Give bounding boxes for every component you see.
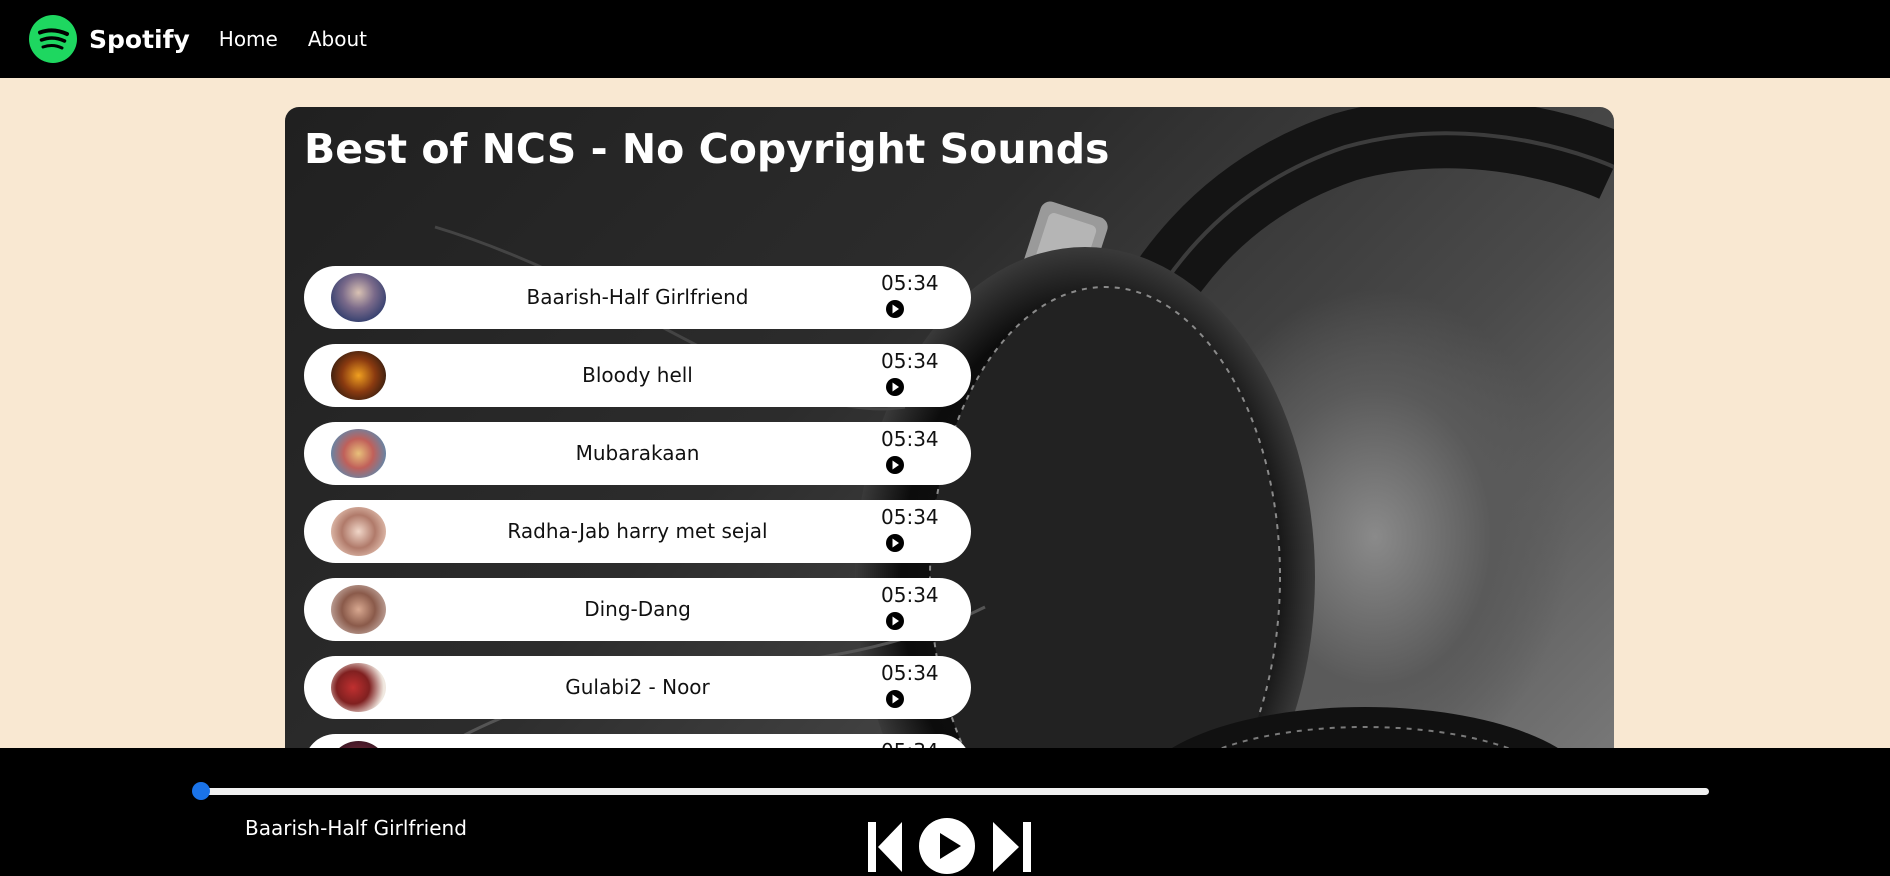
song-duration: 05:34: [881, 349, 939, 373]
song-name: Baarish-Half Girlfriend: [526, 285, 749, 309]
song-item[interactable]: Radha-Jab harry met sejal 05:34: [304, 500, 971, 563]
progress-thumb[interactable]: [192, 782, 210, 800]
play-circle-icon[interactable]: [885, 689, 905, 709]
progress-bar[interactable]: [192, 782, 1709, 800]
song-list: Baarish-Half Girlfriend 05:34 Bloody hel…: [304, 266, 971, 787]
nav-link-about[interactable]: About: [308, 27, 367, 51]
play-circle-icon[interactable]: [885, 377, 905, 397]
next-icon[interactable]: [993, 818, 1031, 874]
song-duration: 05:34: [881, 271, 939, 295]
song-name: Ding-Dang: [584, 597, 691, 621]
play-icon[interactable]: [919, 818, 975, 874]
now-playing-song-name: Baarish-Half Girlfriend: [245, 816, 467, 840]
song-name: Radha-Jab harry met sejal: [507, 519, 768, 543]
song-duration: 05:34: [881, 427, 939, 451]
song-name: Gulabi2 - Noor: [565, 675, 710, 699]
song-item[interactable]: Ding-Dang 05:34: [304, 578, 971, 641]
previous-icon[interactable]: [868, 818, 902, 874]
top-navbar: Spotify Home About: [0, 0, 1890, 78]
song-duration: 05:34: [881, 583, 939, 607]
song-duration: 05:34: [881, 661, 939, 685]
brand-name[interactable]: Spotify: [89, 25, 190, 54]
play-circle-icon[interactable]: [885, 533, 905, 553]
playlist-container: Best of NCS - No Copyright Sounds Baaris…: [285, 107, 1614, 787]
song-name: Bloody hell: [582, 363, 693, 387]
nav-link-home[interactable]: Home: [219, 27, 278, 51]
spotify-logo-icon[interactable]: [29, 15, 77, 63]
play-circle-icon[interactable]: [885, 455, 905, 475]
playlist-title: Best of NCS - No Copyright Sounds: [304, 125, 1110, 173]
play-circle-icon[interactable]: [885, 611, 905, 631]
song-item[interactable]: Gulabi2 - Noor 05:34: [304, 656, 971, 719]
song-item[interactable]: Bloody hell 05:34: [304, 344, 971, 407]
player-bar: Baarish-Half Girlfriend: [0, 748, 1890, 876]
playback-controls: [868, 818, 1031, 874]
song-name: Mubarakaan: [575, 441, 700, 465]
play-circle-icon[interactable]: [885, 299, 905, 319]
song-duration: 05:34: [881, 505, 939, 529]
progress-track[interactable]: [200, 788, 1709, 795]
song-item[interactable]: Baarish-Half Girlfriend 05:34: [304, 266, 971, 329]
song-item[interactable]: Mubarakaan 05:34: [304, 422, 971, 485]
